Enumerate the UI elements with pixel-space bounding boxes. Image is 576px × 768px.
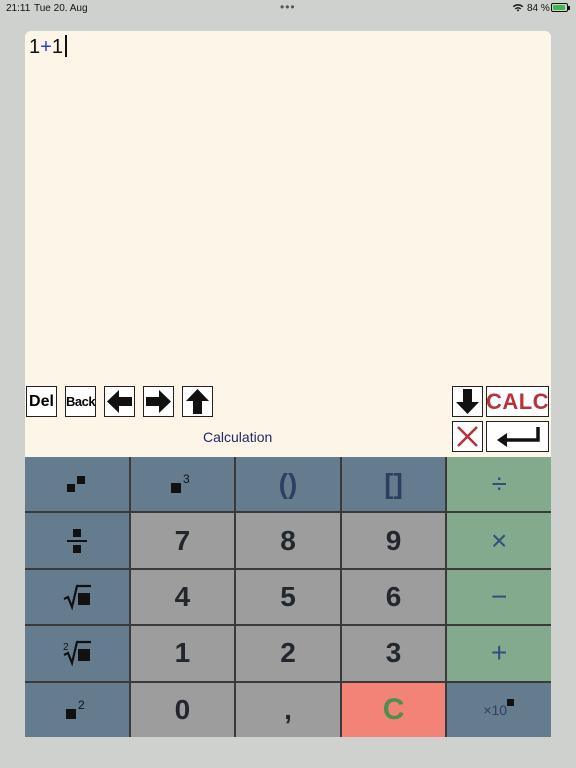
plus-label: + (491, 637, 508, 669)
key-sqrt[interactable] (25, 569, 129, 625)
status-date: Tue 20. Aug (34, 3, 88, 14)
exponent-box-icon (507, 698, 515, 706)
key-square[interactable]: 2 (25, 682, 129, 737)
key-0-label: 0 (174, 693, 191, 725)
battery-percent: 84 % (527, 3, 550, 14)
fraction-template-icon (66, 528, 87, 553)
key-3[interactable]: 3 (341, 626, 446, 681)
key-4-label: 4 (174, 580, 191, 612)
parentheses-label: () (278, 468, 298, 500)
svg-text:3: 3 (183, 472, 190, 486)
key-9-label: 9 (385, 524, 402, 556)
arrow-down-icon (456, 389, 479, 414)
key-8[interactable]: 8 (236, 513, 340, 568)
calc-button[interactable]: CALC (486, 386, 549, 417)
mode-label: Calculation (203, 429, 273, 445)
return-icon (496, 426, 540, 447)
key-comma[interactable]: , (236, 682, 340, 737)
svg-text:2: 2 (63, 642, 69, 653)
power-template-icon (66, 476, 85, 493)
expression-operand: 1 (29, 36, 41, 58)
key-8-label: 8 (280, 524, 296, 556)
expression-input[interactable]: 1+1 (29, 33, 67, 61)
brackets-label: [] (384, 468, 403, 500)
arrow-right-icon (146, 390, 171, 413)
sqrt-template-icon (63, 584, 91, 611)
key-9[interactable]: 9 (341, 513, 446, 568)
calc-label: CALC (485, 388, 550, 414)
key-parentheses[interactable]: () (236, 457, 340, 512)
key-nth-root[interactable]: 2 (25, 626, 129, 681)
key-brackets[interactable]: [] (341, 457, 446, 512)
key-divide[interactable]: ÷ (447, 457, 551, 512)
text-caret (64, 35, 67, 57)
key-1[interactable]: 1 (130, 626, 235, 681)
key-7[interactable]: 7 (130, 513, 235, 568)
key-power[interactable] (25, 457, 129, 512)
del-label: Del (29, 392, 54, 410)
key-sci-notation[interactable]: ×10 (447, 682, 551, 737)
key-2-label: 2 (280, 637, 296, 669)
cross-icon (457, 426, 478, 447)
key-fraction[interactable] (25, 513, 129, 568)
square-template-icon: 2 (65, 698, 85, 719)
enter-button[interactable] (486, 421, 549, 452)
key-minus[interactable]: − (447, 569, 551, 625)
minus-label: − (491, 580, 508, 612)
divide-label: ÷ (491, 468, 507, 500)
nth-root-template-icon: 2 (63, 641, 91, 668)
key-6-label: 6 (385, 580, 402, 612)
key-4[interactable]: 4 (130, 569, 235, 625)
key-clear[interactable]: C (341, 682, 446, 737)
cursor-right-button[interactable] (143, 386, 174, 417)
key-5-label: 5 (280, 580, 296, 612)
key-7-label: 7 (174, 524, 191, 556)
back-label: Back (65, 394, 96, 409)
cursor-left-button[interactable] (104, 386, 135, 417)
arrow-left-icon (107, 390, 132, 413)
key-cube[interactable]: 3 (130, 457, 235, 512)
key-plus[interactable]: + (447, 626, 551, 681)
status-bar: 21:11 Tue 20. Aug ••• 84 % (0, 0, 576, 16)
key-multiply[interactable]: × (447, 513, 551, 568)
key-2[interactable]: 2 (236, 626, 340, 681)
expression-operator: + (40, 36, 52, 58)
multitasking-dots[interactable]: ••• (280, 0, 296, 14)
key-1-label: 1 (174, 637, 191, 669)
cursor-up-button[interactable] (182, 386, 213, 417)
cursor-down-button[interactable] (452, 386, 483, 417)
key-0[interactable]: 0 (130, 682, 235, 737)
key-3-label: 3 (385, 637, 402, 669)
back-button[interactable]: Back (65, 386, 96, 417)
clear-expression-button[interactable] (452, 421, 483, 452)
clear-label: C (382, 692, 405, 726)
battery-icon (551, 3, 570, 12)
key-6[interactable]: 6 (341, 569, 446, 625)
sci-notation-label: ×10 (483, 701, 508, 718)
cube-template-icon: 3 (171, 472, 190, 494)
svg-text:2: 2 (78, 698, 85, 712)
del-button[interactable]: Del (26, 386, 57, 417)
key-5[interactable]: 5 (236, 569, 340, 625)
expression-operand: 1 (51, 36, 63, 58)
multiply-label: × (491, 524, 508, 556)
comma-label: , (284, 693, 292, 725)
status-time: 21:11 (6, 3, 31, 14)
display-panel[interactable]: 1+1 Del Back CALC Calculation (25, 31, 551, 457)
arrow-up-icon (186, 389, 209, 414)
wifi-icon (512, 4, 524, 12)
keypad: 3 () [] ÷ 7 8 9 × 4 5 6 − 2 1 2 3 + 2 0 … (25, 457, 551, 737)
